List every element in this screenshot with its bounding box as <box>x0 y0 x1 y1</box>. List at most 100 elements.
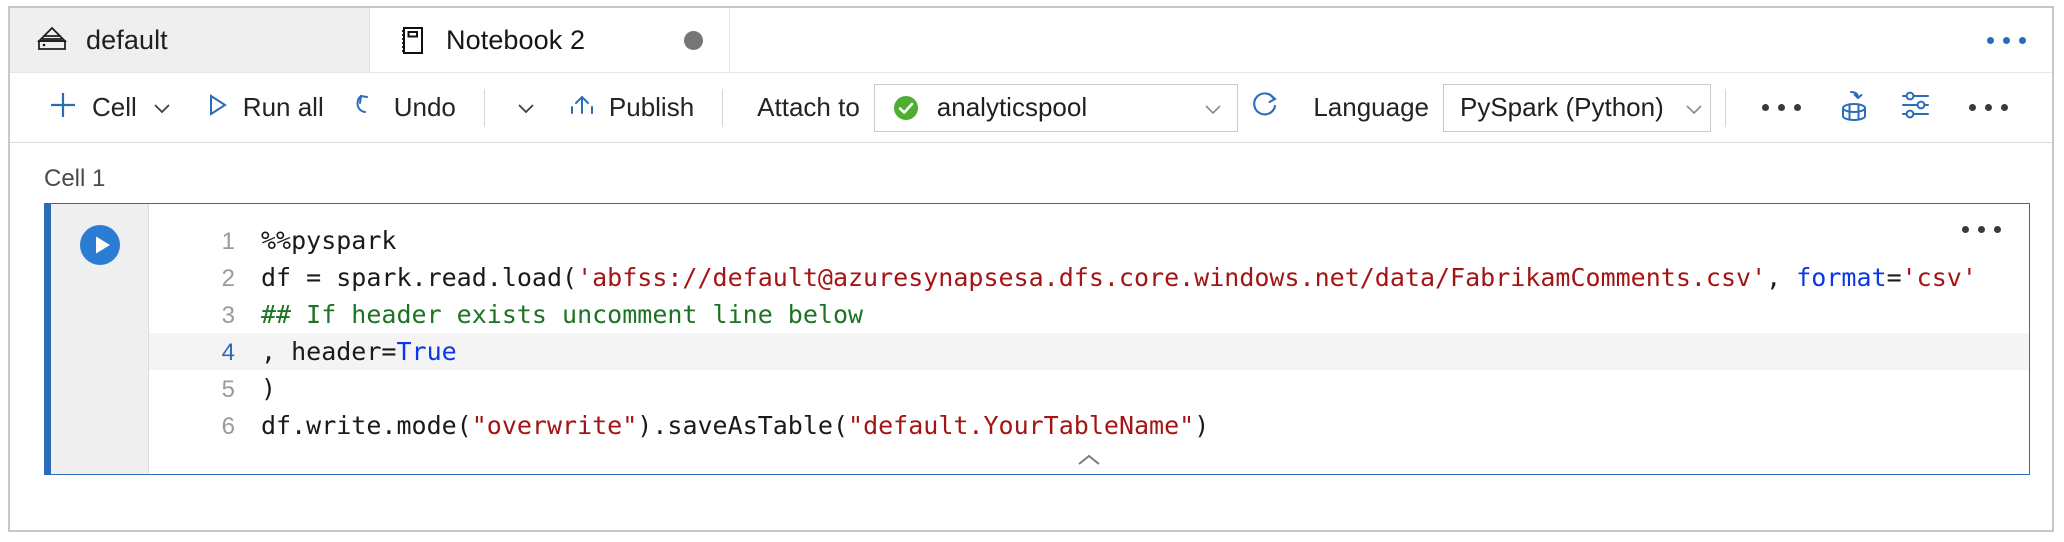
collapse-cell-chevron-up-icon[interactable] <box>1074 452 1104 468</box>
code-cell[interactable]: 1%%pyspark2df = spark.read.load('abfss:/… <box>44 203 2030 475</box>
line-number: 3 <box>149 297 261 334</box>
cell-editor[interactable]: 1%%pyspark2df = spark.read.load('abfss:/… <box>149 204 2029 474</box>
attach-to-value: analyticspool <box>937 92 1184 123</box>
toolbar-divider <box>722 89 723 127</box>
dot <box>1987 37 1994 44</box>
tab-default[interactable]: default <box>10 8 370 72</box>
line-number: 4 <box>149 334 261 371</box>
toolbar-overflow-button[interactable] <box>1740 104 1823 111</box>
dot <box>1985 104 1992 111</box>
undo-button[interactable]: Undo <box>338 82 470 134</box>
line-number: 6 <box>149 408 261 445</box>
code-token-plain: ) <box>261 374 276 403</box>
sliders-icon <box>1896 85 1936 130</box>
code-line-text: ) <box>261 370 276 407</box>
run-all-button[interactable]: Run all <box>189 82 338 134</box>
code-line-text: ## If header exists uncomment line below <box>261 296 863 333</box>
dot <box>1762 104 1769 111</box>
cell-caption: Cell 1 <box>44 165 2052 193</box>
dot <box>1962 226 1969 233</box>
code-token-plain: , header= <box>261 337 396 366</box>
language-label: Language <box>1293 92 1443 123</box>
publish-label: Publish <box>609 92 694 123</box>
publish-upload-icon <box>567 90 597 125</box>
window-more-options-button[interactable] <box>1961 8 2052 72</box>
chevron-down-icon <box>513 95 539 121</box>
toolbar-right-group <box>1711 82 2030 134</box>
unsaved-changes-dot <box>684 31 703 50</box>
code-token-comment: ## If header exists uncomment line below <box>261 300 863 329</box>
run-cell-button[interactable] <box>77 222 123 268</box>
code-token-plain: = <box>1887 263 1902 292</box>
tab-default-label: default <box>86 25 168 56</box>
dot <box>1994 226 2001 233</box>
code-line[interactable]: 2df = spark.read.load('abfss://default@a… <box>149 259 2029 296</box>
notebook-toolbar: Cell Run all Un <box>10 73 2052 143</box>
code-line[interactable]: 4, header=True <box>149 333 2029 370</box>
line-number: 5 <box>149 371 261 408</box>
code-token-plain: df = spark.read.load( <box>261 263 577 292</box>
run-all-label: Run all <box>243 92 324 123</box>
tab-notebook-2-label: Notebook 2 <box>446 25 585 56</box>
chevron-down-icon <box>1680 95 1706 121</box>
code-token-plain: ).saveAsTable( <box>637 411 848 440</box>
play-triangle-icon <box>203 91 231 124</box>
code-token-plain: %%pyspark <box>261 226 396 255</box>
code-editor-lines[interactable]: 1%%pyspark2df = spark.read.load('abfss:/… <box>149 204 2029 444</box>
add-cell-button[interactable]: Cell <box>32 82 189 134</box>
code-token-kw: True <box>396 337 456 366</box>
code-line[interactable]: 1%%pyspark <box>149 222 2029 259</box>
publish-button[interactable]: Publish <box>553 82 708 134</box>
code-line[interactable]: 6df.write.mode("overwrite").saveAsTable(… <box>149 407 2029 444</box>
code-token-string: "default.YourTableName" <box>848 411 1194 440</box>
database-stack-icon <box>36 24 68 56</box>
code-token-plain: , <box>1766 263 1796 292</box>
language-select[interactable]: PySpark (Python) <box>1443 84 1711 132</box>
dot <box>1978 226 1985 233</box>
dot <box>2019 37 2026 44</box>
code-line-text: , header=True <box>261 333 457 370</box>
undo-label: Undo <box>394 92 456 123</box>
dot <box>2001 104 2008 111</box>
chevron-down-icon <box>1199 95 1225 121</box>
notebook-icon <box>396 24 428 56</box>
line-number: 1 <box>149 223 261 260</box>
code-line[interactable]: 5) <box>149 370 2029 407</box>
undo-history-dropdown[interactable] <box>499 82 553 134</box>
attach-to-label: Attach to <box>737 92 874 123</box>
code-token-string: 'abfss://default@azuresynapsesa.dfs.core… <box>577 263 1766 292</box>
code-token-string: 'csv' <box>1902 263 1977 292</box>
cell-more-options-button[interactable] <box>1962 226 2001 233</box>
tab-strip: default Notebook 2 <box>10 8 2052 73</box>
dot <box>1778 104 1785 111</box>
dot <box>1969 104 1976 111</box>
attach-to-select[interactable]: analyticspool <box>874 84 1239 132</box>
code-token-plain: df.write.mode( <box>261 411 472 440</box>
cell-gutter <box>51 204 149 474</box>
undo-arrow-icon <box>352 90 382 125</box>
database-import-icon <box>1834 85 1874 130</box>
notebook-window: default Notebook 2 <box>8 6 2054 532</box>
add-cell-label: Cell <box>92 92 137 123</box>
settings-sliders-button[interactable] <box>1885 82 1947 134</box>
notebook-content: Cell 1 1%%pyspark2df = spark.read.load('… <box>10 143 2052 530</box>
code-line-text: df = spark.read.load('abfss://default@az… <box>261 259 1977 296</box>
code-token-plain: ) <box>1194 411 1209 440</box>
code-line[interactable]: 3## If header exists uncomment line belo… <box>149 296 2029 333</box>
toolbar-divider <box>484 89 485 127</box>
refresh-button[interactable] <box>1238 82 1293 134</box>
tab-notebook-2[interactable]: Notebook 2 <box>370 8 730 72</box>
plus-icon <box>46 88 80 127</box>
code-token-string: "overwrite" <box>472 411 638 440</box>
language-value: PySpark (Python) <box>1460 92 1664 123</box>
code-line-text: %%pyspark <box>261 222 396 259</box>
status-success-icon <box>891 93 921 123</box>
dot <box>2003 37 2010 44</box>
toolbar-divider <box>1725 89 1726 127</box>
code-line-text: df.write.mode("overwrite").saveAsTable("… <box>261 407 1209 444</box>
load-to-database-button[interactable] <box>1823 82 1885 134</box>
chevron-down-icon[interactable] <box>149 95 175 121</box>
toolbar-more-button[interactable] <box>1947 104 2030 111</box>
line-number: 2 <box>149 260 261 297</box>
dot <box>1794 104 1801 111</box>
